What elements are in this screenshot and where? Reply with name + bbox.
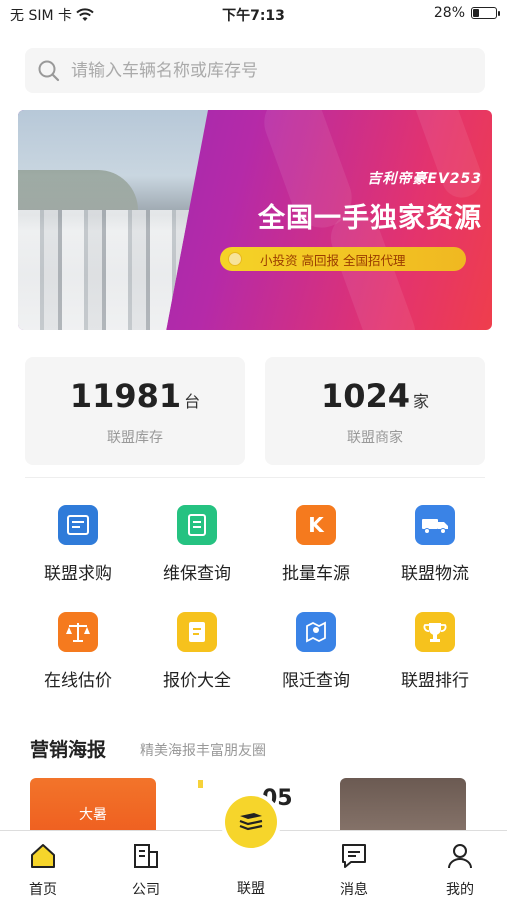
menu-item-label: 在线估价 — [44, 671, 112, 691]
stat-value: 1024 — [320, 377, 411, 415]
trophy-icon — [415, 612, 455, 652]
menu-item-relocation[interactable]: 限迁查询 — [256, 612, 376, 691]
status-time: 下午7:13 — [222, 8, 285, 24]
tab-company[interactable]: 公司 — [106, 841, 186, 899]
truck-icon — [415, 505, 455, 545]
tab-label: 我的 — [446, 882, 474, 898]
banner-subtitle: 吉利帝豪EV253 — [367, 171, 482, 187]
tab-alliance-button[interactable] — [225, 796, 277, 848]
user-icon — [448, 844, 472, 869]
stat-card-merchants[interactable]: 1024 家 联盟商家 — [265, 357, 485, 465]
message-icon — [342, 844, 366, 868]
menu-item-maintenance[interactable]: 维保查询 — [137, 505, 257, 584]
alliance-icon — [239, 813, 263, 831]
menu-item-ranking[interactable]: 联盟排行 — [375, 612, 495, 691]
menu-item-label: 联盟物流 — [401, 564, 469, 584]
banner-pill-text: 小投资 高回报 全国招代理 — [260, 252, 406, 268]
tab-messages[interactable]: 消息 — [314, 841, 394, 899]
menu-item-purchase[interactable]: 联盟求购 — [18, 505, 138, 584]
stat-label: 联盟库存 — [107, 430, 163, 446]
map-pin-icon — [296, 612, 336, 652]
menu-item-label: 联盟求购 — [44, 564, 112, 584]
menu-item-label: 报价大全 — [163, 671, 231, 691]
menu-item-logistics[interactable]: 联盟物流 — [375, 505, 495, 584]
menu-item-quotes[interactable]: 报价大全 — [137, 612, 257, 691]
maintenance-doc-icon — [177, 505, 217, 545]
banner-title: 全国一手独家资源 — [258, 203, 482, 234]
promo-banner[interactable]: 吉利帝豪EV253 全国一手独家资源 小投资 高回报 全国招代理 — [18, 110, 492, 330]
stat-label: 联盟商家 — [347, 430, 403, 446]
section-title: 营销海报 — [30, 739, 107, 761]
menu-item-batch-source[interactable]: K 批量车源 — [256, 505, 376, 584]
tab-profile[interactable]: 我的 — [420, 841, 500, 899]
stat-unit: 台 — [184, 392, 201, 411]
tab-home[interactable]: 首页 — [3, 841, 83, 899]
menu-item-label: 联盟排行 — [401, 671, 469, 691]
quote-book-icon — [177, 612, 217, 652]
poster-text: 大暑 — [79, 807, 107, 823]
batch-source-glyph: K — [308, 513, 324, 537]
stat-value-row: 11981 台 — [25, 377, 245, 415]
scale-icon — [58, 612, 98, 652]
menu-item-valuation[interactable]: 在线估价 — [18, 612, 138, 691]
banner-car-lot-image — [18, 110, 208, 330]
home-icon — [31, 844, 55, 868]
tab-label[interactable]: 联盟 — [211, 878, 291, 898]
stat-card-inventory[interactable]: 11981 台 联盟库存 — [25, 357, 245, 465]
menu-item-label: 限迁查询 — [282, 671, 350, 691]
divider — [25, 477, 485, 478]
tab-label: 消息 — [340, 882, 368, 898]
menu-item-label: 维保查询 — [163, 564, 231, 584]
stat-value: 11981 — [69, 377, 182, 415]
banner-trees — [18, 170, 138, 210]
menu-item-label: 批量车源 — [282, 564, 350, 584]
battery-fill — [473, 9, 479, 17]
section-subtitle: 精美海报丰富朋友圈 — [140, 743, 266, 759]
purchase-doc-icon — [58, 505, 98, 545]
battery-icon — [471, 7, 500, 19]
banner-decoration — [408, 110, 488, 204]
search-input[interactable] — [71, 60, 451, 81]
building-icon — [134, 844, 158, 868]
banner-cars — [18, 210, 208, 330]
search-bar[interactable] — [25, 48, 485, 93]
tab-label: 公司 — [132, 882, 160, 898]
batch-source-icon: K — [296, 505, 336, 545]
battery-percent: 28% — [433, 5, 465, 21]
stat-unit: 家 — [413, 392, 430, 411]
banner-pill: 小投资 高回报 全国招代理 — [220, 247, 466, 271]
poster-bookmark — [198, 780, 203, 788]
status-bar: 无 SIM 卡 下午7:13 28% — [0, 0, 507, 28]
search-icon — [38, 60, 60, 81]
tab-label: 首页 — [29, 882, 57, 898]
battery-info: 28% — [433, 5, 500, 21]
stat-value-row: 1024 家 — [265, 377, 485, 415]
coin-icon — [228, 252, 242, 266]
